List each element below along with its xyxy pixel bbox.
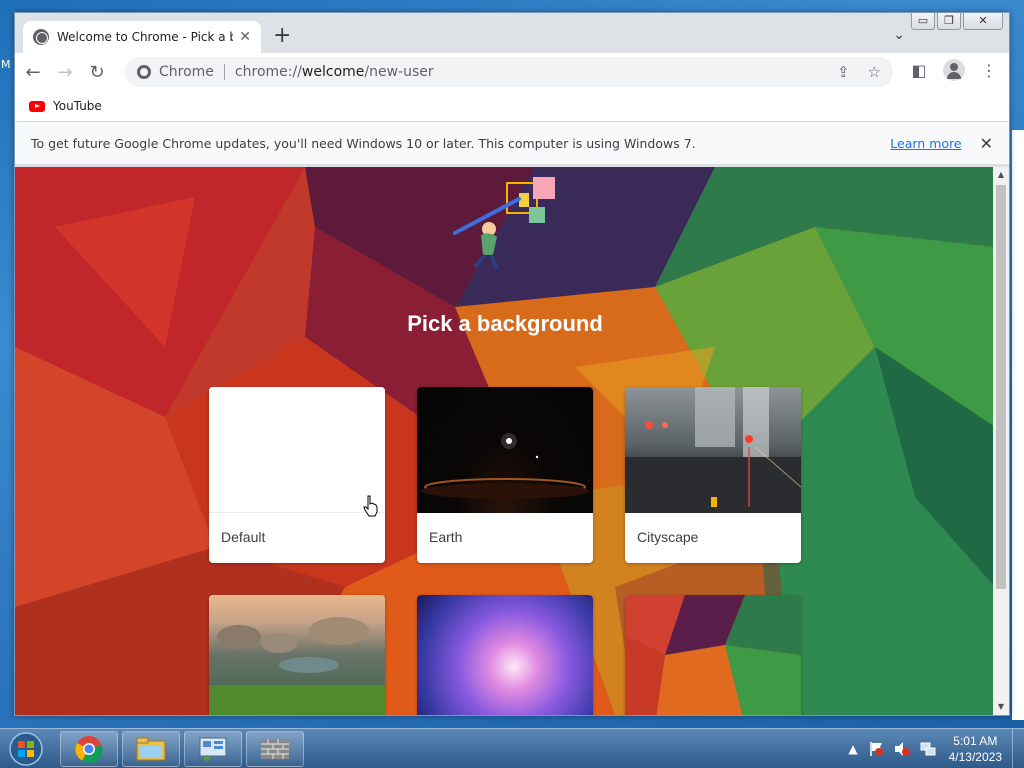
volume-muted-icon[interactable] xyxy=(894,741,910,757)
clock-time: 5:01 AM xyxy=(953,734,998,748)
tab-welcome[interactable]: Welcome to Chrome - Pick a bac ✕ xyxy=(23,21,261,53)
profile-avatar[interactable] xyxy=(943,59,965,81)
system-tray: ▲ 5:01 AM 4/13/2023 xyxy=(843,729,1024,768)
tab-strip: Welcome to Chrome - Pick a bac ✕ + ⌄ ▭ ❐… xyxy=(15,13,1009,53)
toolbar: ← → ↻ Chrome chrome://welcome/new-user ⇪… xyxy=(15,53,1009,91)
taskbar-chrome[interactable] xyxy=(60,731,118,767)
omnibox-url[interactable]: chrome://welcome/new-user xyxy=(235,64,837,80)
landscape-thumbnail xyxy=(209,595,385,715)
close-window-button[interactable]: ✕ xyxy=(963,13,1003,30)
youtube-icon xyxy=(29,100,45,112)
bookmark-youtube[interactable]: YouTube xyxy=(53,99,102,113)
scroll-up-icon[interactable]: ▲ xyxy=(993,167,1009,183)
desktop-window-edge xyxy=(1012,130,1024,720)
caption-buttons: ▭ ❐ ✕ xyxy=(911,13,1003,30)
side-panel-icon[interactable]: ◧ xyxy=(909,61,929,80)
bookmarks-bar: YouTube xyxy=(15,91,1009,121)
minimize-button[interactable]: ▭ xyxy=(911,13,935,30)
painter-illustration xyxy=(453,177,555,270)
brick-wall-icon xyxy=(261,739,289,759)
control-panel-icon xyxy=(199,737,227,761)
background-card-cityscape[interactable]: Cityscape xyxy=(625,387,801,563)
tab-title: Welcome to Chrome - Pick a bac xyxy=(57,30,234,44)
back-button[interactable]: ← xyxy=(19,58,47,86)
background-card-geometric[interactable] xyxy=(625,595,801,715)
menu-kebab-icon[interactable]: ⋮ xyxy=(979,61,999,80)
learn-more-link[interactable]: Learn more xyxy=(890,136,961,151)
forward-button[interactable]: → xyxy=(51,58,79,86)
taskbar-firewall[interactable] xyxy=(246,731,304,767)
background-card-default[interactable]: Default xyxy=(209,387,385,563)
omnibox-chip: Chrome xyxy=(159,64,225,80)
taskbar-explorer[interactable] xyxy=(122,731,180,767)
reload-button[interactable]: ↻ xyxy=(83,58,111,86)
desktop-label: M xyxy=(1,58,11,71)
taskbar-control-panel[interactable] xyxy=(184,731,242,767)
show-desktop-button[interactable] xyxy=(1012,729,1024,768)
background-card-landscape[interactable] xyxy=(209,595,385,715)
infobar-close-icon[interactable]: ✕ xyxy=(980,134,993,153)
clock[interactable]: 5:01 AM 4/13/2023 xyxy=(949,733,1002,765)
new-tab-button[interactable]: + xyxy=(273,25,291,47)
background-card-earth[interactable]: Earth xyxy=(417,387,593,563)
network-icon[interactable] xyxy=(920,741,936,757)
chrome-taskbar-icon xyxy=(75,736,103,763)
hand-cursor-icon xyxy=(363,495,378,517)
default-thumbnail xyxy=(209,387,385,513)
omnibox[interactable]: Chrome chrome://welcome/new-user ⇪ ☆ xyxy=(125,57,893,87)
earth-thumbnail xyxy=(417,387,593,513)
chrome-logo-icon xyxy=(137,65,151,79)
bookmark-star-icon[interactable]: ☆ xyxy=(868,63,881,81)
scroll-down-icon[interactable]: ▼ xyxy=(993,699,1009,715)
card-label: Default xyxy=(221,529,266,545)
galaxy-thumbnail xyxy=(417,595,593,715)
update-infobar: To get future Google Chrome updates, you… xyxy=(15,121,1009,165)
card-label: Earth xyxy=(429,529,463,545)
share-icon[interactable]: ⇪ xyxy=(837,63,850,81)
welcome-page: Pick a background Default Earth Cityscap… xyxy=(15,167,995,715)
background-card-galaxy[interactable] xyxy=(417,595,593,715)
tab-close-icon[interactable]: ✕ xyxy=(239,29,251,45)
tab-search-chevron-icon[interactable]: ⌄ xyxy=(893,27,905,43)
infobar-message: To get future Google Chrome updates, you… xyxy=(31,135,696,151)
maximize-button[interactable]: ❐ xyxy=(937,13,961,30)
chrome-window: Welcome to Chrome - Pick a bac ✕ + ⌄ ▭ ❐… xyxy=(14,12,1010,716)
card-label: Cityscape xyxy=(637,529,699,545)
start-button[interactable] xyxy=(4,731,48,767)
taskbar: ▲ 5:01 AM 4/13/2023 xyxy=(0,728,1024,768)
clock-date: 4/13/2023 xyxy=(948,750,1002,764)
action-center-flag-icon[interactable] xyxy=(868,741,884,757)
url-path: /new-user xyxy=(364,64,434,80)
page-scrollbar[interactable]: ▲ ▼ xyxy=(993,167,1009,715)
cityscape-thumbnail xyxy=(625,387,801,513)
url-host: welcome xyxy=(301,64,365,80)
globe-icon xyxy=(33,29,49,45)
show-hidden-icons-icon[interactable]: ▲ xyxy=(848,742,857,756)
page-title: Pick a background xyxy=(407,311,603,336)
scroll-thumb[interactable] xyxy=(996,185,1006,589)
url-scheme: chrome:// xyxy=(234,64,302,80)
folder-icon xyxy=(136,737,166,761)
geometric-thumbnail xyxy=(625,595,801,715)
